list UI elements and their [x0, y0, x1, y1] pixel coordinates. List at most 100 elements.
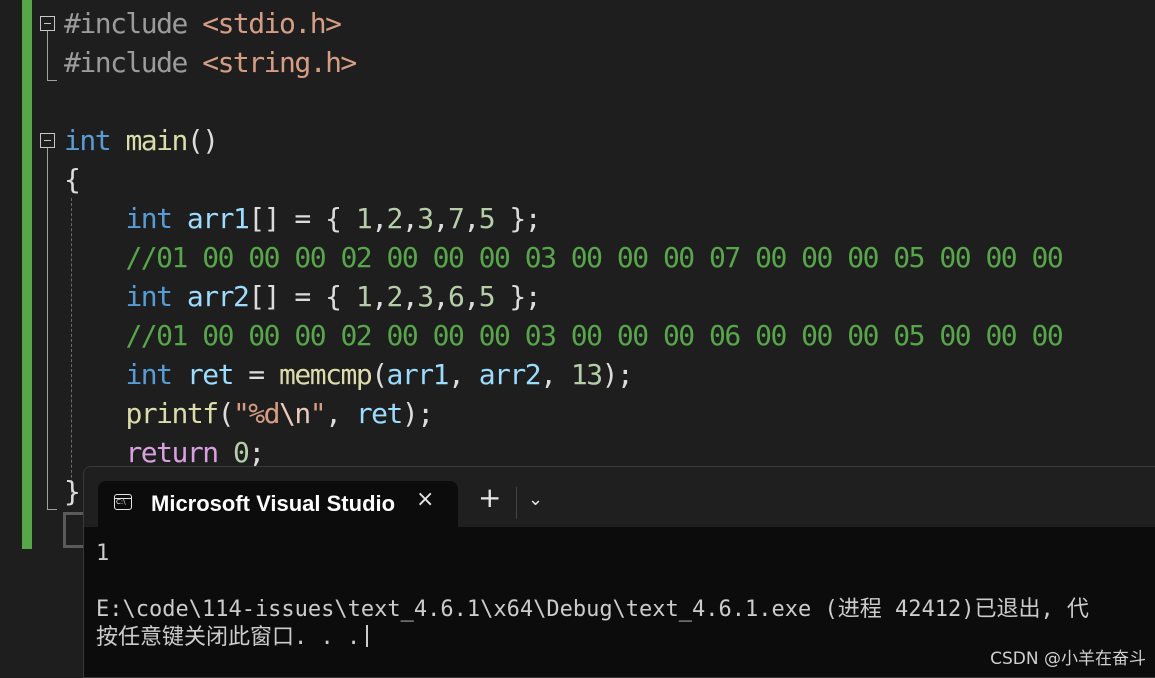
code-token: , [432, 202, 450, 235]
fold-guide-includes [47, 31, 48, 81]
prompt-text: 按任意键关闭此窗口. . . [96, 625, 361, 650]
code-line[interactable]: printf("%d\n", ret); [64, 394, 434, 433]
code-token: \n [279, 397, 311, 430]
code-token: int [125, 358, 173, 391]
code-token: , [371, 280, 388, 313]
close-icon[interactable]: × [416, 487, 434, 512]
change-indicator-bar [22, 0, 32, 549]
tab-title: Microsoft Visual Studio [151, 491, 396, 516]
code-token: 0 [232, 436, 250, 469]
code-token: //01 00 00 00 02 00 00 00 03 00 00 00 07… [125, 241, 1063, 274]
code-token: <string.h> [202, 46, 357, 79]
code-token: 5 [478, 202, 496, 235]
code-line[interactable]: int arr2[] = { 1,2,3,6,5 }; [64, 277, 541, 316]
code-token: <stdio.h> [202, 7, 342, 40]
code-line[interactable]: { [64, 160, 81, 199]
code-token: } [64, 475, 81, 508]
code-token: , [401, 202, 419, 235]
tab-separator [516, 487, 517, 519]
code-token: 6 [447, 280, 465, 313]
code-token: , [401, 280, 419, 313]
code-token: " [309, 397, 327, 430]
console-tab-bar: Microsoft Visual Studio × + ⌄ [84, 467, 1155, 527]
output-line-prompt: 按任意键关闭此窗口. . . [96, 625, 369, 651]
watermark: CSDN @小羊在奋斗 [990, 649, 1146, 669]
code-token: #include [64, 7, 203, 40]
code-line[interactable]: #include <string.h> [64, 43, 357, 82]
code-token: ( [371, 358, 388, 391]
code-token: arr1 [186, 202, 250, 235]
code-token: 3 [417, 202, 434, 235]
output-line: 1 [96, 541, 110, 566]
code-token: () [186, 124, 219, 157]
code-token: arr2 [186, 280, 250, 313]
code-token: }; [494, 280, 541, 313]
fold-guide-main [47, 148, 48, 510]
code-token: return [125, 436, 219, 469]
code-token: { [64, 163, 81, 196]
code-token: 3 [417, 280, 434, 313]
code-token: , [463, 280, 480, 313]
collapse-main-icon[interactable] [40, 133, 55, 148]
code-line[interactable]: #include <stdio.h> [64, 4, 342, 43]
code-token: , [432, 280, 450, 313]
terminal-icon [114, 494, 132, 510]
fold-guide-main-end [47, 509, 57, 510]
code-token: ); [401, 397, 434, 430]
code-token: int [64, 124, 112, 157]
code-line[interactable]: //01 00 00 00 02 00 00 00 03 00 00 00 06… [64, 316, 1063, 355]
code-token: "%d [232, 397, 281, 430]
code-token: , [463, 202, 480, 235]
code-token: 2 [386, 280, 404, 313]
code-token: [] = { [248, 202, 356, 235]
new-tab-button[interactable]: + [478, 484, 501, 512]
code-token: //01 00 00 00 02 00 00 00 03 00 00 00 06… [125, 319, 1063, 352]
code-line[interactable]: //01 00 00 00 02 00 00 00 03 00 00 00 07… [64, 238, 1063, 277]
collapse-includes-icon[interactable] [40, 16, 55, 31]
code-token: [] = { [248, 280, 356, 313]
code-token: #include [64, 46, 203, 79]
code-token: , [371, 202, 388, 235]
console-tab[interactable]: Microsoft Visual Studio × [98, 481, 458, 527]
code-token: }; [494, 202, 541, 235]
code-token: main [125, 124, 188, 157]
text-cursor [366, 625, 369, 647]
code-token: arr1 [386, 358, 450, 391]
code-token: ret [186, 358, 235, 391]
code-token: printf [125, 397, 219, 430]
code-token: , [447, 358, 479, 391]
code-token: , [540, 358, 571, 391]
code-token: int [125, 202, 173, 235]
code-token: , [325, 397, 356, 430]
code-line[interactable]: int arr1[] = { 1,2,3,7,5 }; [64, 199, 541, 238]
code-token: ret [355, 397, 404, 430]
code-token: 5 [478, 280, 496, 313]
fold-guide-includes-end [47, 80, 57, 81]
code-token: ); [601, 358, 634, 391]
code-line[interactable]: int ret = memcmp(arr1, arr2, 13); [64, 355, 634, 394]
code-token: ( [217, 397, 235, 430]
output-line: E:\code\114-issues\text_4.6.1\x64\Debug\… [96, 597, 1089, 622]
code-line[interactable]: int main() [64, 121, 219, 160]
code-token: = [232, 358, 280, 391]
code-token: arr2 [478, 358, 542, 391]
console-window[interactable]: Microsoft Visual Studio × + ⌄ 1 E:\code\… [83, 466, 1155, 678]
chevron-down-icon[interactable]: ⌄ [528, 489, 543, 510]
partial-glyph [63, 512, 83, 548]
code-token: 2 [386, 202, 404, 235]
code-token: memcmp [279, 358, 373, 391]
code-token: 1 [355, 280, 373, 313]
code-token: ; [248, 436, 265, 469]
code-line[interactable]: } [64, 472, 81, 511]
